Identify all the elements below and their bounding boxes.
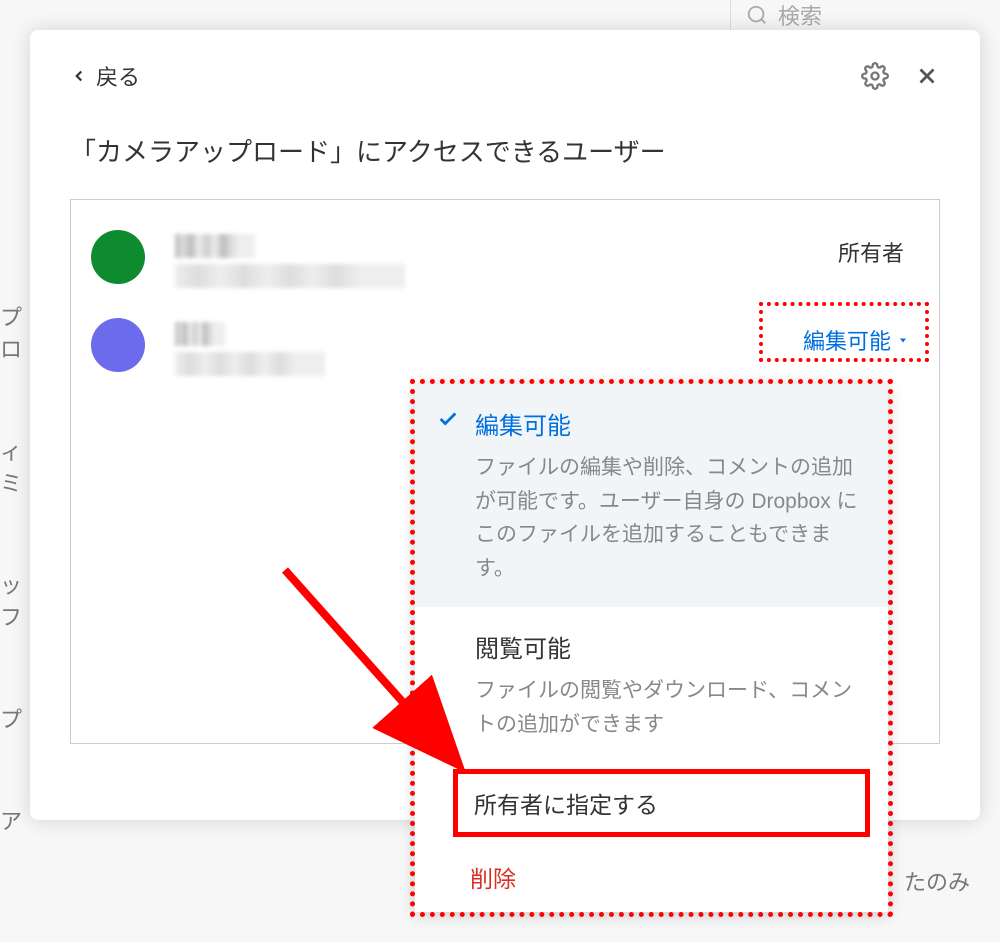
back-button[interactable]: 戻る: [70, 60, 140, 92]
close-button[interactable]: [914, 63, 940, 89]
background-bottom-text: たのみ: [904, 865, 970, 897]
background-search: 検索: [730, 0, 1000, 30]
user-name-redacted: [175, 322, 225, 346]
background-sidebar: プロィミッフプア: [0, 300, 30, 836]
settings-button[interactable]: [861, 62, 889, 90]
back-label: 戻る: [96, 60, 140, 92]
check-icon: [437, 408, 459, 435]
header-actions: [861, 62, 940, 90]
search-icon: [746, 4, 768, 26]
avatar: [91, 318, 145, 372]
menu-option-view[interactable]: 閲覧可能 ファイルの閲覧やダウンロード、コメントの追加ができます: [415, 607, 888, 763]
search-placeholder: 検索: [778, 0, 822, 31]
menu-action-remove[interactable]: 削除: [415, 842, 888, 912]
modal-title: 「カメラアップロード」にアクセスできるユーザー: [70, 132, 940, 169]
close-icon: [914, 63, 940, 89]
menu-action-make-owner[interactable]: 所有者に指定する: [474, 786, 849, 820]
user-row-owner: 所有者: [91, 220, 919, 308]
role-dropdown-menu: 編集可能 ファイルの編集や削除、コメントの追加が可能です。ユーザー自身の Dro…: [415, 384, 888, 912]
role-dropdown-label: 編集可能: [803, 324, 891, 356]
menu-option-description: ファイルの編集や削除、コメントの追加が可能です。ユーザー自身の Dropbox …: [475, 451, 858, 585]
role-owner-label: 所有者: [838, 230, 919, 268]
caret-down-icon: [897, 334, 909, 346]
menu-option-title: 編集可能: [475, 406, 858, 441]
user-email-redacted: [175, 352, 325, 376]
user-info: [175, 230, 838, 288]
user-info: [175, 318, 793, 376]
user-row-member: 編集可能: [91, 308, 919, 396]
chevron-left-icon: [70, 67, 88, 85]
role-dropdown-trigger[interactable]: 編集可能: [793, 318, 919, 362]
user-name-redacted: [175, 234, 255, 258]
annotation-highlight-makeowner: 所有者に指定する: [453, 769, 870, 837]
user-email-redacted: [175, 264, 405, 288]
menu-option-edit[interactable]: 編集可能 ファイルの編集や削除、コメントの追加が可能です。ユーザー自身の Dro…: [415, 384, 888, 607]
menu-option-description: ファイルの閲覧やダウンロード、コメントの追加ができます: [475, 674, 858, 741]
menu-option-title: 閲覧可能: [475, 629, 858, 664]
gear-icon: [861, 62, 889, 90]
avatar: [91, 230, 145, 284]
modal-header: 戻る: [70, 60, 940, 92]
